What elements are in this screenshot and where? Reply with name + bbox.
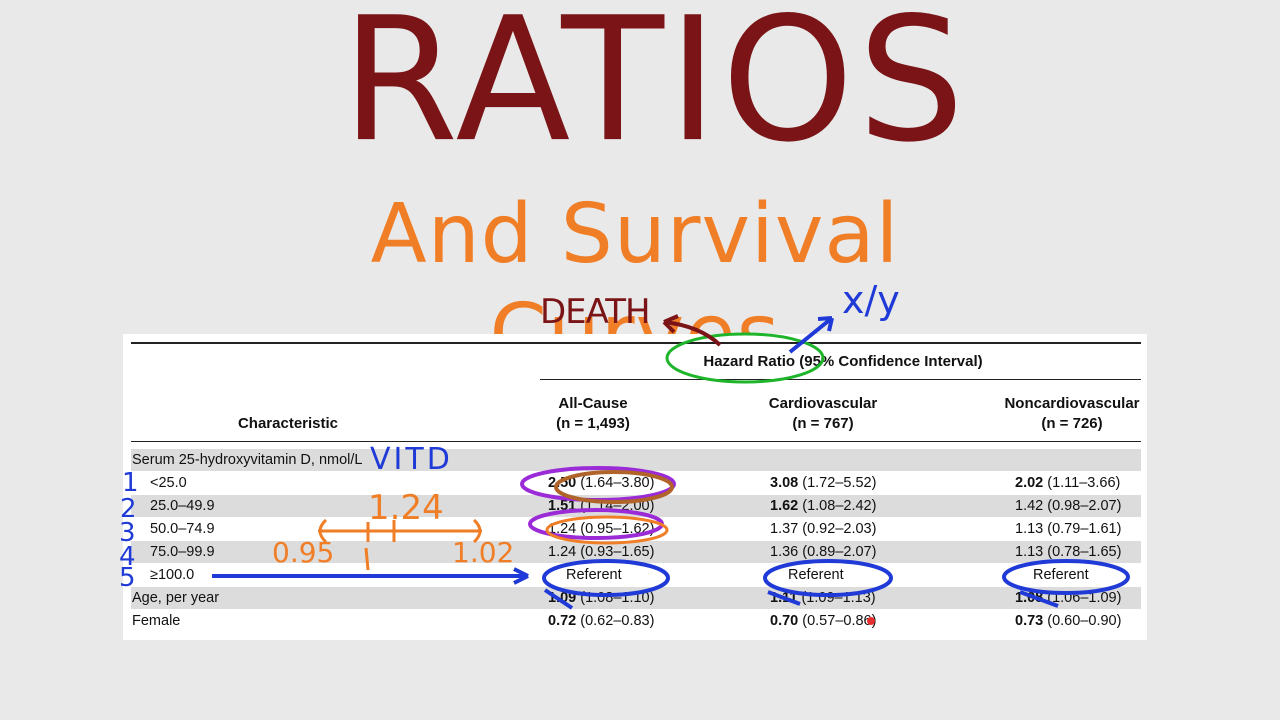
col-cardiovascular-name: Cardiovascular — [768, 395, 878, 412]
hazard-ratio-cell: 1.08 (1.06–1.09) — [1015, 587, 1121, 609]
col-all-cause-name: All-Cause — [558, 395, 628, 412]
confidence-interval: (0.95–1.62) — [580, 521, 655, 537]
referent-cell: Referent — [1033, 567, 1089, 583]
confidence-interval: (1.06–1.09) — [1047, 590, 1122, 606]
confidence-interval: (0.93–1.65) — [580, 544, 655, 560]
confidence-interval: (0.62–0.83) — [580, 613, 655, 629]
row-label: 75.0–99.9 — [150, 544, 215, 560]
confidence-interval: (0.79–1.61) — [1047, 521, 1122, 537]
confidence-interval: (0.78–1.65) — [1047, 544, 1122, 560]
hazard-ratio-value: 1.37 — [770, 521, 799, 537]
confidence-interval: (0.89–2.07) — [802, 544, 877, 560]
hazard-ratio-table: Hazard Ratio (95% Confidence Interval) C… — [123, 334, 1147, 640]
hazard-ratio-cell: 1.11 (1.09–1.13) — [770, 587, 876, 609]
note-ci-high: 1.02 — [452, 536, 515, 569]
row-label: Age, per year — [132, 590, 220, 606]
hazard-ratio-value: 0.70 — [770, 613, 799, 629]
characteristic-header: Characteristic — [237, 415, 339, 432]
note-death: DEATH — [540, 292, 651, 332]
confidence-interval: (1.09–1.13) — [801, 590, 876, 606]
group-header-rule — [540, 379, 1141, 380]
hazard-ratio-cell: 1.36 (0.89–2.07) — [770, 541, 876, 563]
hazard-ratio-cell: 2.50 (1.64–3.80) — [548, 472, 654, 494]
row-label: ≥100.0 — [150, 567, 195, 583]
section-label: Serum 25-hydroxyvitamin D, nmol/L — [132, 452, 363, 468]
table-header-rule — [131, 441, 1141, 442]
hazard-ratio-value: 1.09 — [548, 590, 577, 606]
hazard-ratio-value: 1.13 — [1015, 521, 1044, 537]
xy-arrowhead — [817, 316, 834, 332]
hazard-ratio-cell: 0.70 (0.57–0.86) — [770, 610, 876, 632]
table-top-rule — [131, 342, 1141, 344]
slide-title: RATIOS — [341, 0, 969, 180]
referent-cell: Referent — [566, 567, 622, 583]
group-header: Hazard Ratio (95% Confidence Interval) — [703, 353, 983, 370]
confidence-interval: (0.60–0.90) — [1047, 613, 1122, 629]
confidence-interval: (1.08–1.10) — [580, 590, 655, 606]
confidence-interval: (1.64–3.80) — [580, 475, 655, 491]
hazard-ratio-value: 1.24 — [548, 544, 577, 560]
row-label: <25.0 — [150, 475, 187, 491]
col-cardiovascular-n: (n = 767) — [792, 415, 854, 432]
confidence-interval: (1.08–2.42) — [802, 498, 877, 514]
hazard-ratio-value: 1.24 — [548, 521, 577, 537]
col-noncardiovascular-n: (n = 726) — [1041, 415, 1103, 432]
hazard-ratio-cell: 1.13 (0.78–1.65) — [1015, 541, 1121, 563]
hazard-ratio-cell: 1.37 (0.92–2.03) — [770, 518, 876, 540]
hazard-ratio-cell: 3.08 (1.72–5.52) — [770, 472, 876, 494]
col-noncardiovascular-name: Noncardiovascular — [1004, 395, 1140, 412]
hazard-ratio-cell: 0.73 (0.60–0.90) — [1015, 610, 1121, 632]
note-xy: x/y — [842, 278, 900, 322]
hazard-ratio-value: 0.72 — [548, 613, 577, 629]
hazard-ratio-cell: 0.72 (0.62–0.83) — [548, 610, 654, 632]
row-label: 50.0–74.9 — [150, 521, 215, 537]
row-label: Female — [132, 613, 181, 629]
hazard-ratio-value: 1.36 — [770, 544, 799, 560]
hazard-ratio-cell: 1.24 (0.93–1.65) — [548, 541, 654, 563]
hazard-ratio-value: 2.50 — [548, 475, 577, 491]
hazard-ratio-value: 1.62 — [770, 498, 799, 514]
slide-subtitle: And Survival Curves — [370, 187, 900, 382]
note-hazard-ratio: 1.24 — [368, 488, 444, 528]
confidence-interval: (1.11–3.66) — [1047, 475, 1121, 491]
referent-cell: Referent — [788, 567, 844, 583]
hazard-ratio-value: 1.51 — [548, 498, 577, 514]
confidence-interval: (0.57–0.86) — [802, 613, 877, 629]
hazard-ratio-value: 0.73 — [1015, 613, 1044, 629]
hazard-ratio-cell: 1.42 (0.98–2.07) — [1015, 495, 1121, 517]
note-ci-low: 0.95 — [272, 536, 335, 569]
hazard-ratio-value: 1.11 — [770, 590, 798, 606]
confidence-interval: (1.14–2.00) — [580, 498, 655, 514]
hazard-ratio-value: 1.08 — [1015, 590, 1044, 606]
hazard-ratio-value: 1.13 — [1015, 544, 1044, 560]
hazard-ratio-value: 1.42 — [1015, 498, 1044, 514]
hazard-ratio-cell: 1.09 (1.08–1.10) — [548, 587, 654, 609]
confidence-interval: (1.72–5.52) — [802, 475, 877, 491]
hazard-ratio-cell: 1.13 (0.79–1.61) — [1015, 518, 1121, 540]
confidence-interval: (0.92–2.03) — [802, 521, 877, 537]
hazard-ratio-value: 3.08 — [770, 475, 799, 491]
row-number-5: 5 — [119, 563, 136, 593]
note-vitd: VITD — [370, 442, 453, 477]
col-all-cause-n: (n = 1,493) — [556, 415, 630, 432]
hazard-ratio-cell: 1.51 (1.14–2.00) — [548, 495, 654, 517]
hazard-ratio-cell: 2.02 (1.11–3.66) — [1015, 472, 1120, 494]
confidence-interval: (0.98–2.07) — [1047, 498, 1122, 514]
row-label: 25.0–49.9 — [150, 498, 215, 514]
hazard-ratio-cell: 1.24 (0.95–1.62) — [548, 518, 654, 540]
hazard-ratio-cell: 1.62 (1.08–2.42) — [770, 495, 876, 517]
hazard-ratio-value: 2.02 — [1015, 475, 1044, 491]
